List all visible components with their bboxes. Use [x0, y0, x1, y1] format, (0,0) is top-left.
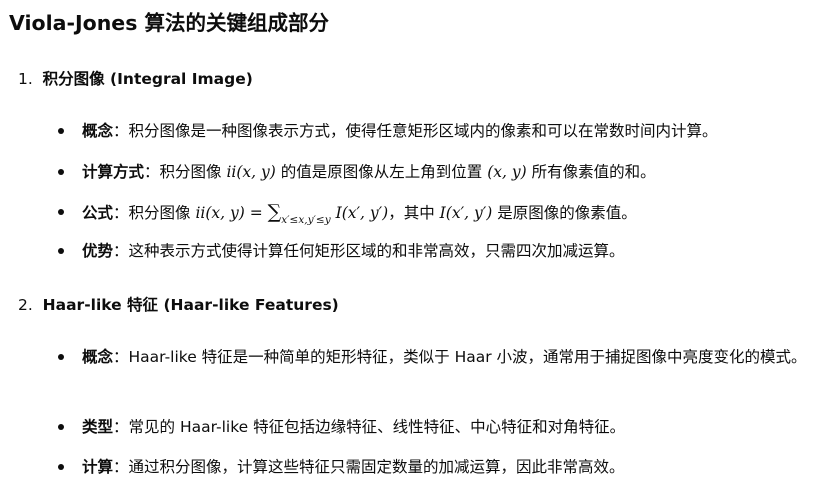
bullet-text: 所有像素值的和。	[526, 163, 656, 181]
bullet-text: 是原图像的像素值。	[492, 204, 637, 222]
bullet-separator: ：	[144, 163, 160, 181]
math-expression: I(x′, y′)	[330, 204, 389, 222]
math-expression: ii(x, y) =	[195, 204, 268, 222]
math-expression: ii(x, y)	[226, 163, 276, 181]
bullet-text: 积分图像	[128, 204, 196, 222]
bullet-text: 这种表示方式使得计算任何矩形区域的和非常高效，只需四次加减运算。	[128, 242, 625, 260]
section-number: 1.	[18, 70, 33, 88]
bullet-separator: ：	[113, 122, 129, 140]
bullet-separator: ：	[113, 458, 129, 476]
bullet-dot	[58, 128, 64, 134]
bullet-text: 通过积分图像，计算这些特征只需固定数量的加减运算，因此非常高效。	[128, 458, 625, 476]
math-expression: I(x′, y′)	[439, 204, 493, 222]
math-expression: (x, y)	[487, 163, 527, 181]
bullet-label: 优势	[82, 242, 114, 260]
bullet-separator: ：	[113, 348, 129, 366]
bullet-label: 概念	[82, 348, 114, 366]
bullet-dot	[58, 354, 64, 360]
bullet-text: 积分图像是一种图像表示方式，使得任意矩形区域内的像素和可以在常数时间内计算。	[128, 122, 718, 140]
bullet-label: 类型	[82, 418, 114, 436]
bullet-text: 的值是原图像从左上角到位置	[275, 163, 488, 181]
bullet-dot	[58, 209, 64, 215]
bullet-dot	[58, 424, 64, 430]
section-heading-integral-image: 1. 积分图像 (Integral Image)	[18, 67, 253, 89]
bullet-label: 公式	[82, 204, 114, 222]
section-title: Haar-like 特征 (Haar-like Features)	[42, 296, 339, 314]
bullet-dot	[58, 169, 64, 175]
page-title: Viola-Jones 算法的关键组成部分	[9, 11, 330, 35]
bullet-dot	[58, 464, 64, 470]
section-number: 2.	[18, 296, 33, 314]
bullet-text: 积分图像	[159, 163, 227, 181]
summation-symbol: ∑	[267, 201, 282, 223]
bullet-separator: ：	[113, 204, 129, 222]
section-title: 积分图像 (Integral Image)	[42, 70, 253, 88]
section-heading-haar-features: 2. Haar-like 特征 (Haar-like Features)	[18, 293, 339, 315]
document: Viola-Jones 算法的关键组成部分 1. 积分图像 (Integral …	[0, 0, 819, 476]
bullet-label: 计算方式	[82, 163, 145, 181]
bullet-label: 概念	[82, 122, 114, 140]
summation-limits: x′≤x,y′≤y	[281, 214, 331, 226]
bullet-text: ，其中	[388, 204, 440, 222]
bullet-separator: ：	[113, 242, 129, 260]
bullet-separator: ：	[113, 418, 129, 436]
bullet-text: Haar-like 特征是一种简单的矩形特征，类似于 Haar 小波，通常用于捕…	[128, 348, 807, 366]
bullet-label: 计算	[82, 458, 114, 476]
bullet-text: 常见的 Haar-like 特征包括边缘特征、线性特征、中心特征和对角特征。	[128, 418, 626, 436]
bullet-dot	[58, 248, 64, 254]
